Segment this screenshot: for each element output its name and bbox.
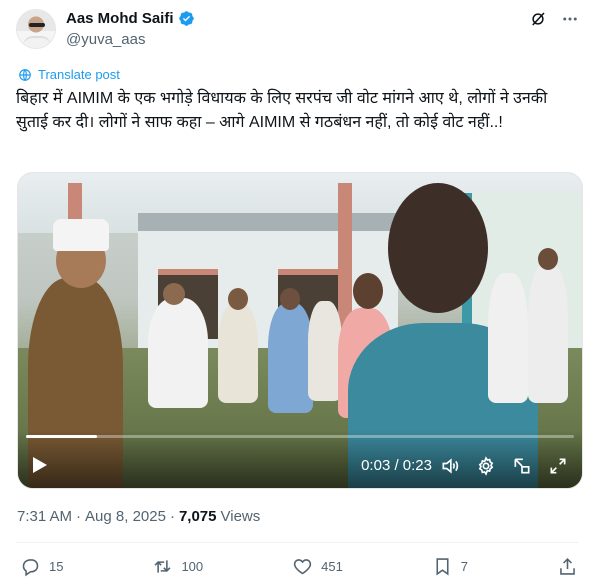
- reply-count: 15: [49, 559, 64, 574]
- video-time-display: 0:03 / 0:23: [361, 457, 432, 474]
- header-actions: [529, 10, 579, 28]
- video-frame-person: [268, 303, 313, 413]
- settings-gear-icon[interactable]: [476, 456, 496, 476]
- video-frame-person-head: [538, 248, 558, 270]
- video-progress-bar[interactable]: [26, 435, 574, 438]
- repost-button[interactable]: 100: [152, 556, 203, 577]
- heart-icon: [293, 559, 312, 575]
- video-controls: 0:03 / 0:23: [18, 430, 582, 488]
- meta-separator: ·: [76, 508, 82, 525]
- share-icon: [560, 557, 575, 575]
- video-frame-person: [148, 298, 208, 408]
- post-meta: 7:31 AM · Aug 8, 2025 · 7,075 Views: [17, 508, 260, 525]
- translate-post-label[interactable]: Translate post: [38, 67, 120, 82]
- video-frame-person-head: [228, 288, 248, 310]
- author-display-name[interactable]: Aas Mohd Saifi: [66, 10, 174, 27]
- bookmark-count: 7: [460, 559, 469, 574]
- verified-badge-icon: [178, 11, 194, 26]
- avatar-shirt: [23, 36, 51, 48]
- author-handle[interactable]: @yuva_aas: [66, 31, 145, 48]
- divider: [16, 542, 579, 543]
- grok-icon[interactable]: [529, 10, 547, 28]
- translate-icon: [19, 68, 31, 81]
- author-name-row[interactable]: Aas Mohd Saifi: [66, 10, 195, 27]
- avatar-sunglasses: [29, 23, 45, 27]
- views-label: Views: [220, 508, 261, 525]
- repost-count: 100: [181, 559, 204, 574]
- video-frame-cap: [53, 219, 109, 251]
- like-button[interactable]: 451: [292, 556, 343, 577]
- repost-icon: [154, 560, 171, 573]
- video-frame-person-head: [163, 283, 185, 305]
- video-control-icons: [440, 456, 568, 476]
- video-frame-person-head: [388, 183, 488, 313]
- share-button[interactable]: [557, 556, 578, 577]
- picture-in-picture-icon[interactable]: [512, 456, 532, 476]
- play-icon[interactable]: [32, 456, 48, 474]
- video-frame-person: [218, 303, 258, 403]
- reply-button[interactable]: 15: [20, 556, 63, 577]
- video-frame-person-head: [353, 273, 383, 309]
- meta-separator: ·: [169, 508, 175, 525]
- views-count: 7,075: [178, 508, 217, 525]
- video-frame-person-head: [280, 288, 300, 310]
- video-player[interactable]: 0:03 / 0:23: [17, 172, 583, 489]
- volume-icon[interactable]: [440, 456, 460, 476]
- post-date[interactable]: Aug 8, 2025: [85, 508, 166, 525]
- post-time[interactable]: 7:31 AM: [17, 508, 72, 525]
- fullscreen-icon[interactable]: [548, 456, 568, 476]
- avatar[interactable]: [16, 9, 56, 49]
- bookmark-icon: [436, 558, 449, 576]
- video-frame-person: [488, 273, 528, 403]
- translate-post-link[interactable]: Translate post: [18, 67, 120, 82]
- like-count: 451: [321, 559, 343, 574]
- video-progress-fill: [26, 435, 98, 438]
- tweet-text: बिहार में AIMIM के एक भगोड़े विधायक के ल…: [16, 90, 548, 131]
- action-bar: 15 100 451 7: [20, 556, 578, 577]
- more-icon[interactable]: [561, 10, 579, 28]
- video-frame-person: [308, 301, 342, 401]
- video-frame-person: [528, 263, 568, 403]
- bookmark-button[interactable]: 7: [432, 556, 468, 577]
- reply-icon: [22, 559, 39, 577]
